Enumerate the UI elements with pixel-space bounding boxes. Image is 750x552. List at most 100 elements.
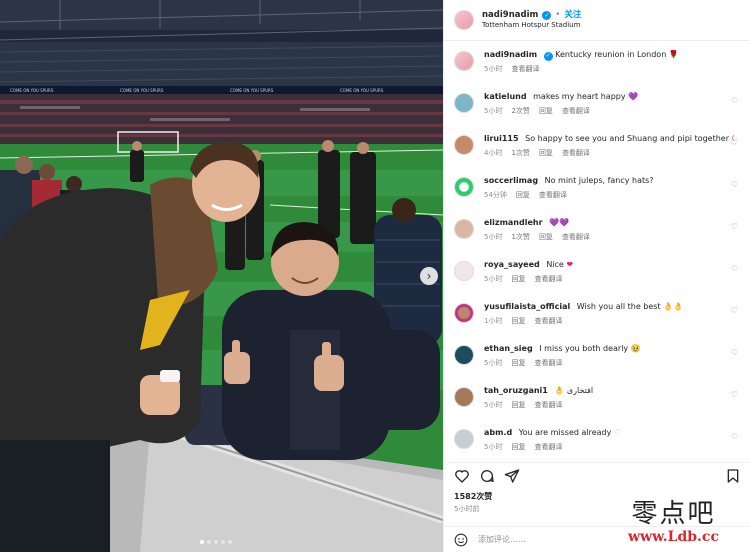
post-header: nadi9nadim ✓ • 关注 Tottenham Hotspur Stad… (444, 0, 750, 41)
heart-icon[interactable]: ♡ (731, 96, 738, 105)
reply-button[interactable]: 回复 (511, 442, 525, 452)
verified-badge-icon: ✓ (543, 51, 553, 61)
comment-text: makes my heart happy (533, 92, 626, 101)
comment-username[interactable]: roya_sayeed (484, 260, 540, 269)
translate-link[interactable]: 查看翻译 (534, 316, 562, 326)
translate-link[interactable]: 查看翻译 (534, 274, 562, 284)
watermark-url: www.Ldb.cc (628, 529, 719, 545)
verified-badge-icon: ✓ (542, 11, 552, 21)
avatar[interactable] (454, 387, 474, 407)
comment-time: 4小时 (484, 149, 503, 157)
reply-button[interactable]: 回复 (511, 274, 525, 284)
heart-icon[interactable]: ♡ (731, 390, 738, 399)
post-location[interactable]: Tottenham Hotspur Stadium (482, 21, 581, 30)
post-timestamp: 5小时前 (454, 505, 480, 513)
post-sidebar: nadi9nadim ✓ • 关注 Tottenham Hotspur Stad… (443, 0, 750, 552)
avatar[interactable] (454, 303, 474, 323)
comment-time: 5小时 (484, 443, 503, 451)
comment-time: 1小时 (484, 317, 503, 325)
avatar[interactable] (454, 135, 474, 155)
translate-link[interactable]: 查看翻译 (539, 190, 567, 200)
comment-emoji: ❤ (566, 260, 574, 269)
like-count[interactable]: 1582次赞 (454, 491, 492, 502)
carousel-dot (207, 540, 211, 544)
follow-button[interactable]: 关注 (564, 10, 581, 21)
translate-link[interactable]: 查看翻译 (562, 232, 590, 242)
heart-icon[interactable]: ♡ (731, 138, 738, 147)
comment-time: 5小时 (484, 359, 503, 367)
watermark-brand: 零点吧 (631, 499, 716, 529)
reply-button[interactable]: 回复 (539, 106, 553, 116)
post-photo: COME ON YOU SPURS COME ON YOU SPURS COME… (0, 0, 443, 552)
comment-text: Wish you all the best (576, 302, 661, 311)
comment-username[interactable]: katielund (484, 92, 527, 101)
action-bar (444, 462, 750, 488)
reply-button[interactable]: 回复 (511, 316, 525, 326)
avatar[interactable] (454, 10, 474, 30)
avatar[interactable] (454, 261, 474, 281)
reply-button[interactable]: 回复 (539, 232, 553, 242)
carousel-dot (214, 540, 218, 544)
caption-time: 5小时 (484, 65, 503, 73)
comment-emoji: ♡ (613, 428, 622, 437)
comment-list: nadi9nadim ✓ Kentucky reunion in London … (444, 41, 750, 469)
reply-button[interactable]: 回复 (511, 358, 525, 368)
comment-username[interactable]: abm.d (484, 428, 512, 437)
comment-item: tah_oruzgani1 👌 افتخاری 5小时 回复 查看翻译 ♡ (454, 385, 740, 427)
comment-item: katielund makes my heart happy 💜 5小时 2次赞… (454, 91, 740, 133)
avatar[interactable] (454, 51, 474, 71)
comment-likes[interactable]: 2次赞 (511, 106, 529, 116)
carousel-dot (228, 540, 232, 544)
heart-icon[interactable]: ♡ (731, 180, 738, 189)
comment-item: soccerlimag No mint juleps, fancy hats? … (454, 175, 740, 217)
avatar[interactable] (454, 93, 474, 113)
heart-icon[interactable] (454, 468, 470, 484)
comment-item: yusufilaista_official Wish you all the b… (454, 301, 740, 343)
chevron-right-icon[interactable]: › (420, 267, 438, 285)
comment-likes[interactable]: 1次赞 (511, 148, 529, 158)
heart-icon[interactable]: ♡ (731, 348, 738, 357)
avatar[interactable] (454, 345, 474, 365)
comment-emoji: 💜 (628, 92, 639, 101)
translate-link[interactable]: 查看翻译 (562, 106, 590, 116)
avatar[interactable] (454, 177, 474, 197)
comment-username[interactable]: elizmandlehr (484, 218, 543, 227)
reply-button[interactable]: 回复 (539, 148, 553, 158)
banner-text: COME ON YOU SPURS (120, 88, 164, 93)
heart-icon[interactable]: ♡ (731, 222, 738, 231)
comment-username[interactable]: ethan_sieg (484, 344, 533, 353)
translate-link[interactable]: 查看翻译 (534, 400, 562, 410)
carousel-dot (200, 540, 204, 544)
caption-username[interactable]: nadi9nadim (484, 50, 537, 59)
post-caption: nadi9nadim ✓ Kentucky reunion in London … (454, 49, 740, 91)
heart-icon[interactable]: ♡ (731, 306, 738, 315)
comment-emoji: 💜💜 (549, 218, 569, 227)
comment-emoji: 👌 (554, 386, 565, 395)
author-username[interactable]: nadi9nadim (482, 10, 538, 21)
avatar[interactable] (454, 429, 474, 449)
translate-link[interactable]: 查看翻译 (511, 64, 539, 74)
bookmark-icon[interactable] (725, 468, 741, 484)
heart-icon[interactable]: ♡ (731, 432, 738, 441)
comment-icon[interactable] (479, 468, 495, 484)
share-icon[interactable] (504, 468, 520, 484)
translate-link[interactable]: 查看翻译 (534, 358, 562, 368)
avatar[interactable] (454, 219, 474, 239)
comment-username[interactable]: soccerlimag (484, 176, 538, 185)
heart-icon[interactable]: ♡ (731, 264, 738, 273)
comment-item: lirui115 So happy to see you and Shuang … (454, 133, 740, 175)
smile-icon[interactable] (454, 533, 468, 547)
comment-text: افتخاری (566, 386, 594, 395)
comment-likes[interactable]: 1次赞 (511, 232, 529, 242)
comment-username[interactable]: lirui115 (484, 134, 519, 143)
comment-emoji: 👌👌 (663, 302, 684, 311)
comment-username[interactable]: yusufilaista_official (484, 302, 570, 311)
reply-button[interactable]: 回复 (511, 400, 525, 410)
comment-username[interactable]: tah_oruzgani1 (484, 386, 548, 395)
banner-text: COME ON YOU SPURS (10, 88, 54, 93)
translate-link[interactable]: 查看翻译 (562, 148, 590, 158)
translate-link[interactable]: 查看翻译 (534, 442, 562, 452)
comment-input[interactable]: 添加评论…… (478, 534, 526, 545)
carousel-dots (200, 540, 232, 544)
reply-button[interactable]: 回复 (516, 190, 530, 200)
